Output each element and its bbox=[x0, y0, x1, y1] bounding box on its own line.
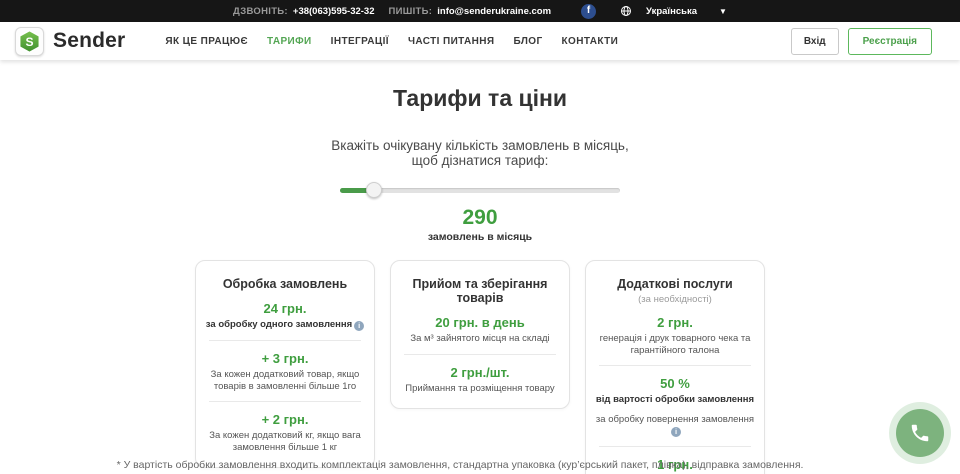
slider-thumb[interactable] bbox=[366, 182, 382, 198]
divider bbox=[209, 340, 361, 341]
call-label: ДЗВОНІТЬ: bbox=[233, 6, 288, 17]
divider bbox=[209, 401, 361, 402]
slider-prompt: Вкажіть очікувану кількість замовлень в … bbox=[0, 138, 960, 168]
register-button[interactable]: Реєстрація bbox=[848, 28, 932, 55]
price-description-text: за обробку одного замовлення bbox=[206, 319, 352, 330]
price-description: За кожен додатковий кг, якщо вага замовл… bbox=[205, 430, 365, 453]
nav-integrations[interactable]: ІНТЕГРАЦІЇ bbox=[331, 36, 389, 47]
svg-text:S: S bbox=[25, 35, 33, 49]
chevron-down-icon[interactable]: ▼ bbox=[719, 7, 727, 16]
price-description-text: за обробку повернення замовлення bbox=[596, 414, 754, 425]
card-order-processing: Обробка замовлень 24 грн. за обробку одн… bbox=[195, 260, 375, 468]
page-title: Тарифи та ціни bbox=[0, 85, 960, 112]
header: S Sender ЯК ЦЕ ПРАЦЮЄ ТАРИФИ ІНТЕГРАЦІЇ … bbox=[0, 22, 960, 60]
facebook-icon[interactable]: f bbox=[581, 4, 596, 19]
language-selector[interactable]: Українська bbox=[646, 6, 697, 17]
nav-faq[interactable]: ЧАСТІ ПИТАННЯ bbox=[408, 36, 495, 47]
orders-slider[interactable] bbox=[340, 181, 620, 199]
orders-count-value: 290 bbox=[0, 206, 960, 230]
card-subtitle: (за необхідності) bbox=[595, 294, 755, 305]
pricing-footnote: * У вартість обробки замовлення входить … bbox=[0, 459, 920, 471]
price-description: генерація і друк товарного чека та гаран… bbox=[595, 333, 755, 356]
price-description: за обробку одного замовленняi bbox=[205, 319, 365, 331]
info-icon[interactable]: i bbox=[354, 321, 364, 331]
divider bbox=[599, 446, 751, 447]
main-content: Тарифи та ціни Вкажіть очікувану кількіс… bbox=[0, 85, 960, 474]
brand-logo[interactable]: S Sender bbox=[15, 27, 125, 56]
topbar: ДЗВОНІТЬ: +38(063)595-32-32 ПИШІТЬ: info… bbox=[0, 0, 960, 22]
globe-icon bbox=[620, 5, 632, 17]
nav-blog[interactable]: БЛОГ bbox=[514, 36, 543, 47]
topbar-email-group: ПИШІТЬ: info@senderukraine.com bbox=[389, 6, 552, 17]
slider-prompt-line2: щоб дізнатися тариф: bbox=[0, 153, 960, 168]
pricing-cards: Обробка замовлень 24 грн. за обробку одн… bbox=[0, 260, 960, 474]
info-icon[interactable]: i bbox=[671, 427, 681, 437]
nav-contacts[interactable]: КОНТАКТИ bbox=[562, 36, 619, 47]
card-additional-services: Додаткові послуги (за необхідності) 2 гр… bbox=[585, 260, 765, 474]
card-title: Додаткові послуги bbox=[595, 277, 755, 291]
price-description: від вартості обробки замовлення bbox=[595, 394, 755, 406]
slider-prompt-line1: Вкажіть очікувану кількість замовлень в … bbox=[0, 138, 960, 153]
auth-buttons: Вхід Реєстрація bbox=[791, 28, 932, 55]
topbar-phone-group: ДЗВОНІТЬ: +38(063)595-32-32 bbox=[233, 6, 374, 17]
write-label: ПИШІТЬ: bbox=[389, 6, 433, 17]
brand-name: Sender bbox=[53, 29, 125, 53]
price: 2 грн. bbox=[595, 315, 755, 330]
phone-icon bbox=[909, 422, 931, 444]
price: 50 % bbox=[595, 376, 755, 391]
nav-how-it-works[interactable]: ЯК ЦЕ ПРАЦЮЄ bbox=[165, 36, 248, 47]
price: + 3 грн. bbox=[205, 351, 365, 366]
orders-count-label: замовлень в місяць bbox=[0, 231, 960, 243]
price-description: Приймання та розміщення товару bbox=[400, 383, 560, 395]
call-widget-button[interactable] bbox=[896, 409, 944, 457]
card-storage: Прийом та зберігання товарів 20 грн. в д… bbox=[390, 260, 570, 409]
email-link[interactable]: info@senderukraine.com bbox=[437, 6, 551, 17]
price-description: За кожен додатковий товар, якщо товарів … bbox=[205, 369, 365, 392]
divider bbox=[404, 354, 556, 355]
price: 24 грн. bbox=[205, 301, 365, 316]
sender-logo-icon: S bbox=[15, 27, 44, 56]
card-title: Обробка замовлень bbox=[205, 277, 365, 291]
main-nav: ЯК ЦЕ ПРАЦЮЄ ТАРИФИ ІНТЕГРАЦІЇ ЧАСТІ ПИТ… bbox=[165, 36, 618, 47]
login-button[interactable]: Вхід bbox=[791, 28, 839, 55]
price: 20 грн. в день bbox=[400, 315, 560, 330]
slider-track[interactable] bbox=[340, 188, 620, 193]
price: + 2 грн. bbox=[205, 412, 365, 427]
price: 2 грн./шт. bbox=[400, 365, 560, 380]
price-description: За м³ зайнятого місця на складі bbox=[400, 333, 560, 345]
card-title: Прийом та зберігання товарів bbox=[400, 277, 560, 305]
price-description: за обробку повернення замовлення i bbox=[595, 414, 755, 438]
nav-tariffs[interactable]: ТАРИФИ bbox=[267, 36, 312, 47]
divider bbox=[599, 365, 751, 366]
phone-number[interactable]: +38(063)595-32-32 bbox=[293, 6, 375, 17]
